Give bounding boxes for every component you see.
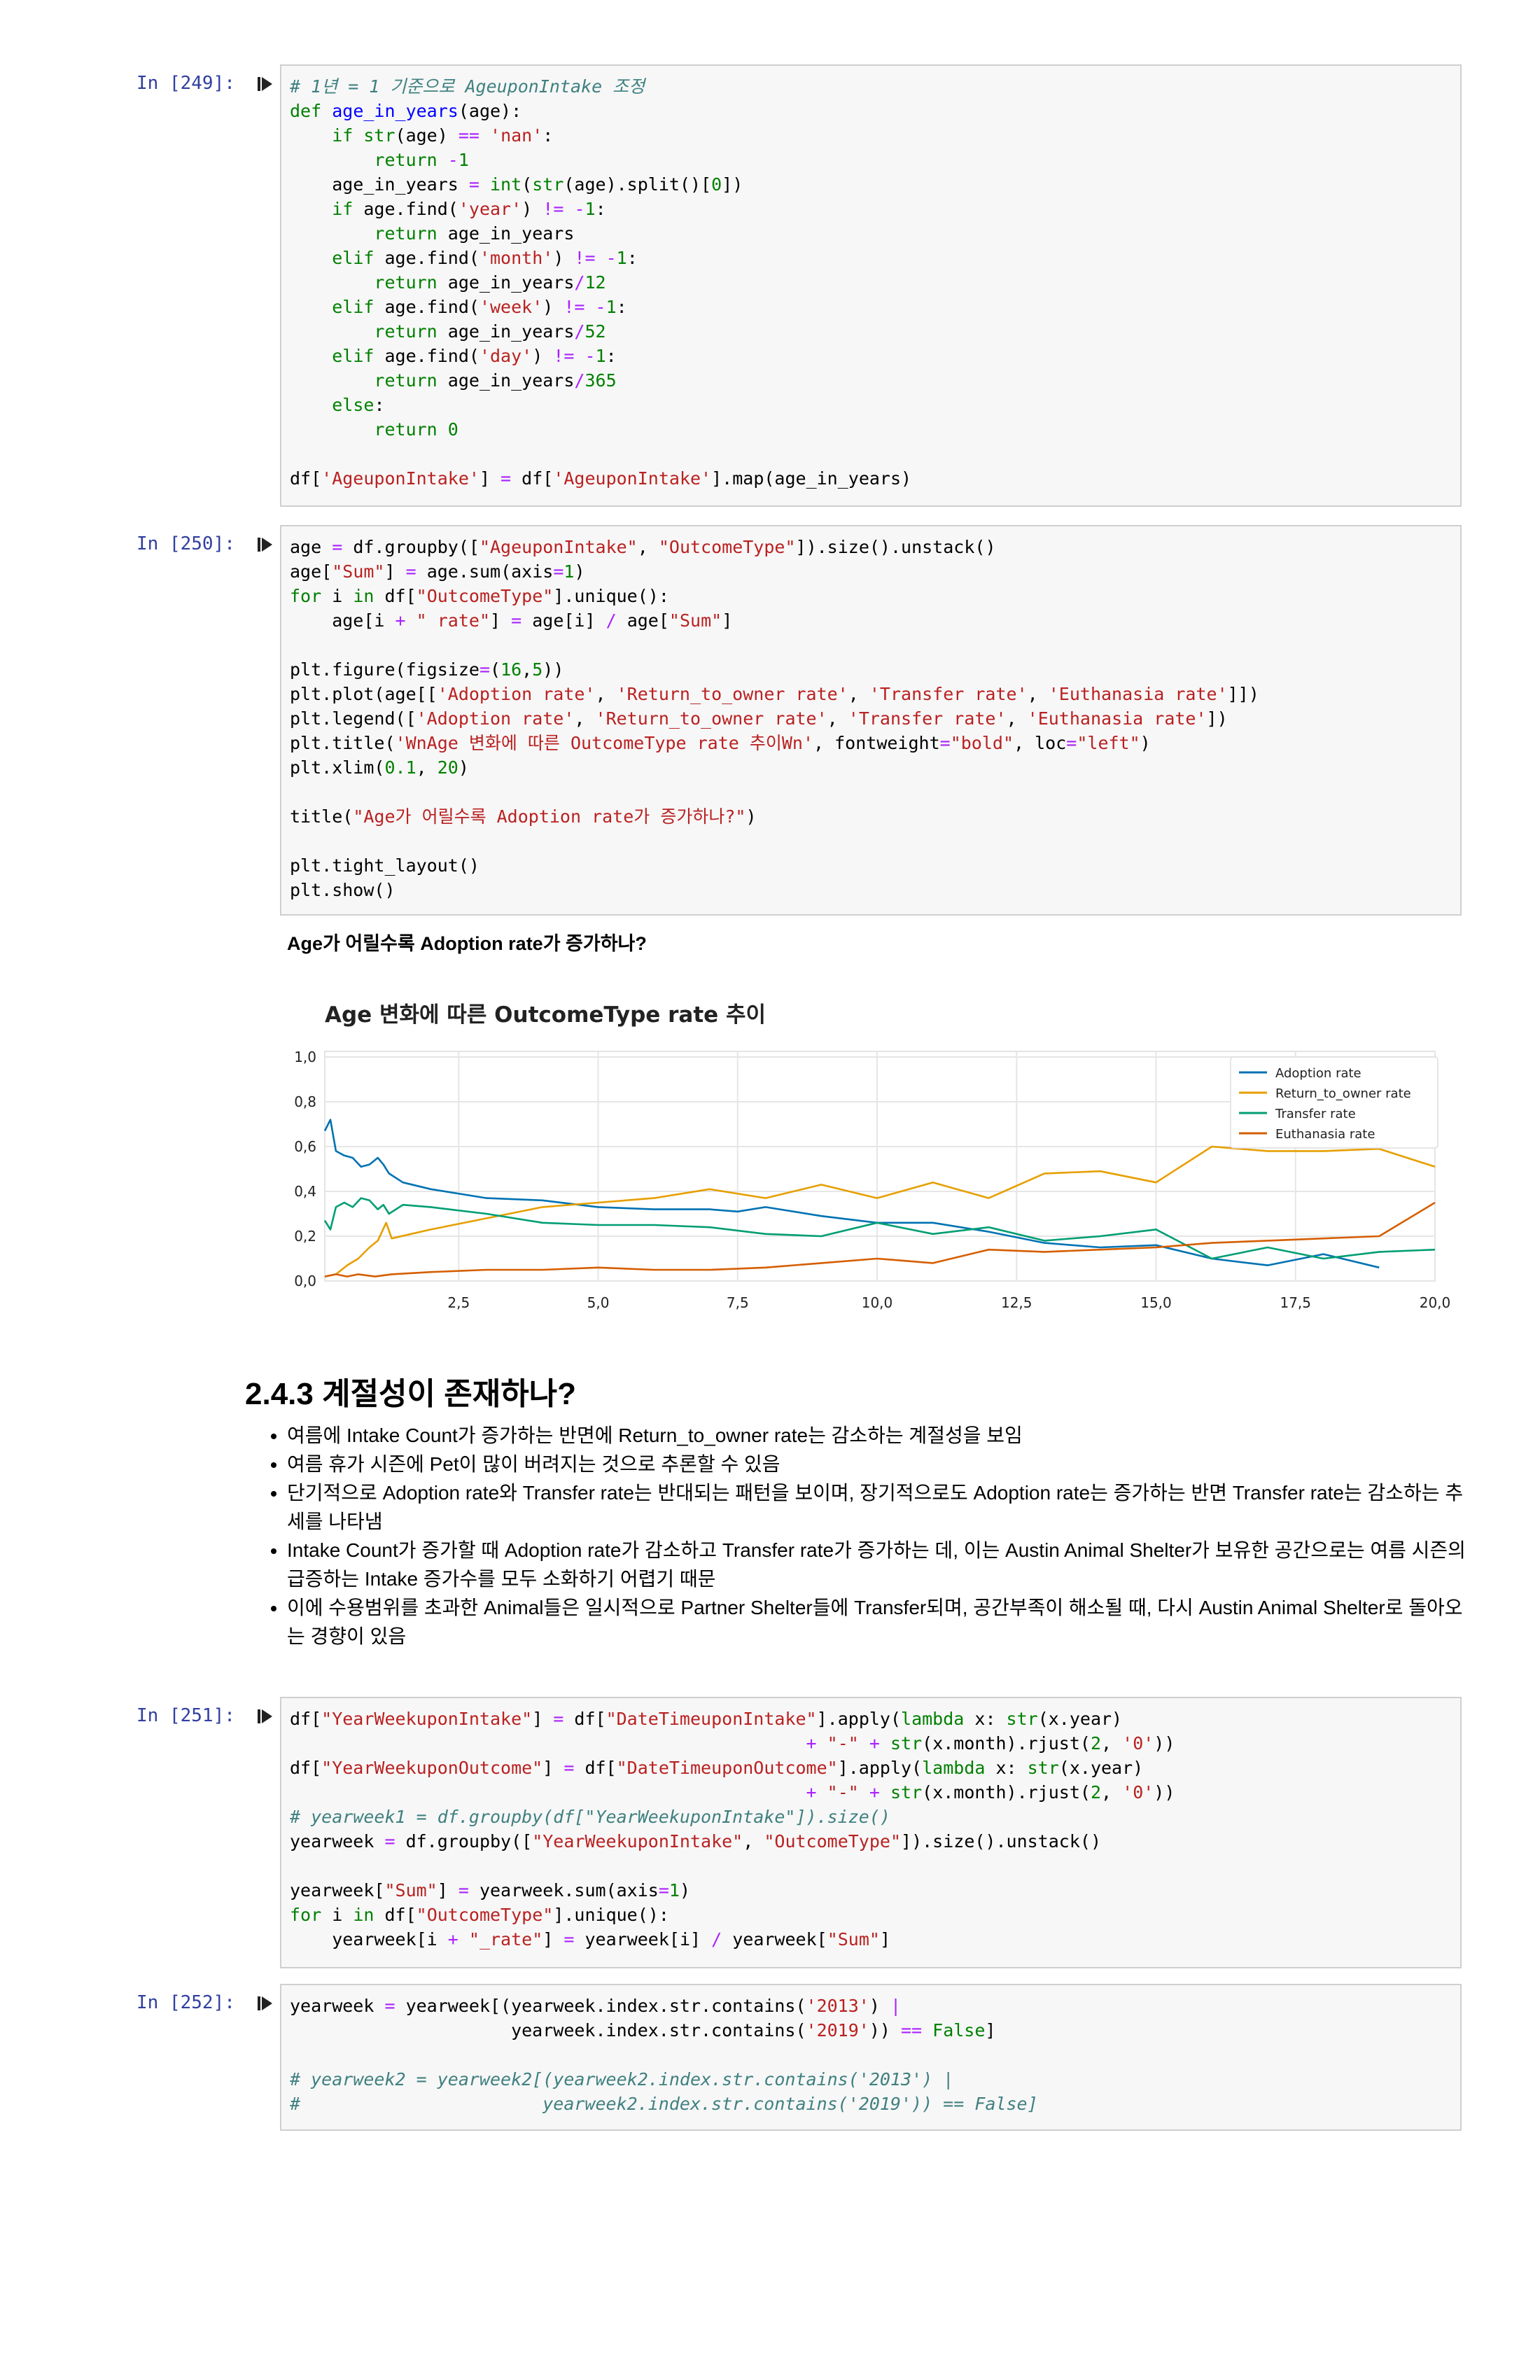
- y-tick-label: 0,2: [294, 1228, 316, 1245]
- code-line: return 0: [374, 419, 458, 440]
- legend-label: Adoption rate: [1275, 1066, 1362, 1081]
- x-tick-label: 10,0: [862, 1294, 893, 1311]
- code-line: elif age.find('week') != -1:: [332, 297, 627, 317]
- list-item: 이에 수용범위를 초과한 Animal들은 일시적으로 Partner Shel…: [287, 1593, 1477, 1651]
- outcome-rate-chart: Age 변화에 따른 OutcomeType rate 추이 2,5 5,0 7,5…: [294, 1002, 1451, 1311]
- code-line: elif age.find('month') != -1:: [332, 248, 638, 268]
- y-tick-label: 0,6: [294, 1138, 316, 1155]
- x-tick-label: 5,0: [587, 1294, 610, 1311]
- y-tick-label: 0,0: [294, 1273, 316, 1289]
- x-tick-label: 20,0: [1420, 1294, 1451, 1311]
- code-line: plt.figure(figsize=(16,5)): [290, 659, 564, 680]
- code-line: yearweek = yearweek[(yearweek.index.str.…: [290, 1996, 902, 2016]
- y-tick-label: 0,4: [294, 1183, 316, 1200]
- list-item: 여름에 Intake Count가 증가하는 반면에 Return_to_own…: [287, 1421, 1477, 1450]
- code-line: title("Age가 어릴수록 Adoption rate가 증가하나?"): [290, 806, 757, 827]
- legend-label: Transfer rate: [1275, 1107, 1356, 1121]
- cell-prompt-250: In [250]:: [136, 533, 235, 554]
- code-line: return age_in_years: [374, 223, 575, 244]
- code-line: if str(age) == 'nan':: [332, 125, 554, 146]
- chart-title: Age 변화에 따른 OutcomeType rate 추이: [325, 1002, 766, 1028]
- code-line: # 1년 = 1 기준으로 AgeuponIntake 조정: [290, 76, 645, 97]
- y-tick-label: 0,8: [294, 1093, 316, 1110]
- code-line: elif age.find('day') != -1:: [332, 346, 617, 366]
- code-cell-249[interactable]: # 1년 = 1 기준으로 AgeuponIntake 조정 def age_in…: [280, 64, 1462, 507]
- code-line: return age_in_years/365: [374, 370, 617, 391]
- code-line: # yearweek1 = df.groupby(df["YearWeekupo…: [290, 1807, 890, 1827]
- list-item: Intake Count가 증가할 때 Adoption rate가 감소하고 …: [287, 1536, 1477, 1593]
- cell-prompt-252: In [252]:: [136, 1992, 235, 2013]
- code-line: if age.find('year') != -1:: [332, 199, 606, 219]
- cell-prompt-251: In [251]:: [136, 1705, 235, 1726]
- x-tick-label: 7,5: [727, 1294, 749, 1311]
- code-line: def age_in_years(age):: [290, 101, 522, 121]
- code-line: return age_in_years/12: [374, 272, 606, 293]
- code-line: # yearweek2 = yearweek2[(yearweek2.index…: [290, 2069, 954, 2090]
- y-tick-label: 1,0: [294, 1049, 316, 1065]
- legend-label: Euthanasia rate: [1275, 1127, 1375, 1142]
- section-heading: 2.4.3 계절성이 존재하나?: [245, 1377, 577, 1411]
- x-tick-label: 17,5: [1280, 1294, 1311, 1311]
- code-cell-252[interactable]: yearweek = yearweek[(yearweek.index.str.…: [280, 1984, 1462, 2131]
- list-item: 여름 휴가 시즌에 Pet이 많이 버려지는 것으로 추론할 수 있음: [287, 1450, 1477, 1478]
- code-line: plt.title('WnAge 변화에 따른 OutcomeType rate…: [290, 733, 1151, 753]
- code-line: plt.legend(['Adoption rate', 'Return_to_…: [290, 708, 1228, 729]
- x-tick-label: 15,0: [1140, 1294, 1172, 1311]
- code-line: df["YearWeekuponIntake"] = df["DateTimeu…: [290, 1709, 1123, 1729]
- code-line: return -1: [374, 150, 469, 170]
- code-line: age_in_years = int(str(age).split()[0]): [290, 174, 743, 195]
- code-line: age = df.groupby(["AgeuponIntake", "Outc…: [290, 537, 996, 557]
- x-tick-label: 12,5: [1001, 1294, 1032, 1311]
- code-line: + "-" + str(x.month).rjust(2, '0')): [806, 1782, 1175, 1802]
- bullet-list: 여름에 Intake Count가 증가하는 반면에 Return_to_own…: [266, 1421, 1477, 1651]
- code-line: yearweek.index.str.contains('2019')) == …: [290, 2020, 996, 2040]
- output-title: Age가 어릴수록 Adoption rate가 증가하나?: [287, 933, 647, 954]
- run-cell-icon[interactable]: [258, 76, 273, 92]
- list-item: 단기적으로 Adoption rate와 Transfer rate는 반대되는…: [287, 1478, 1477, 1536]
- code-line: # yearweek2.index.str.contains('2019')) …: [290, 2094, 1038, 2114]
- legend-label: Return_to_owner rate: [1275, 1086, 1411, 1101]
- code-line: plt.plot(age[['Adoption rate', 'Return_t…: [290, 684, 1259, 704]
- code-line: yearweek[i + "_rate"] = yearweek[i] / ye…: [290, 1929, 891, 1949]
- code-line: plt.tight_layout(): [290, 855, 479, 876]
- code-line: yearweek = df.groupby(["YearWeekuponInta…: [290, 1831, 1101, 1851]
- code-cell-250[interactable]: age = df.groupby(["AgeuponIntake", "Outc…: [280, 525, 1462, 916]
- run-cell-icon[interactable]: [258, 1708, 273, 1725]
- code-line: for i in df["OutcomeType"].unique():: [290, 1905, 669, 1925]
- code-line: plt.xlim(0.1, 20): [290, 757, 469, 778]
- code-cell-251[interactable]: df["YearWeekuponIntake"] = df["DateTimeu…: [280, 1697, 1462, 1968]
- run-cell-icon[interactable]: [258, 536, 273, 553]
- code-line: df['AgeuponIntake'] = df['AgeuponIntake'…: [290, 468, 912, 489]
- code-line: plt.show(): [290, 880, 396, 900]
- run-cell-icon[interactable]: [258, 1995, 273, 2012]
- code-line: return age_in_years/52: [374, 321, 606, 342]
- code-line: age[i + " rate"] = age[i] / age["Sum"]: [290, 610, 733, 631]
- x-tick-label: 2,5: [447, 1294, 470, 1311]
- code-line: + "-" + str(x.month).rjust(2, '0')): [806, 1733, 1175, 1754]
- code-line: else:: [332, 395, 385, 415]
- cell-prompt-249: In [249]:: [136, 73, 235, 94]
- code-line: yearweek["Sum"] = yearweek.sum(axis=1): [290, 1880, 691, 1900]
- code-line: age["Sum"] = age.sum(axis=1): [290, 561, 585, 582]
- code-line: df["YearWeekuponOutcome"] = df["DateTime…: [290, 1758, 1144, 1778]
- code-line: for i in df["OutcomeType"].unique():: [290, 586, 669, 606]
